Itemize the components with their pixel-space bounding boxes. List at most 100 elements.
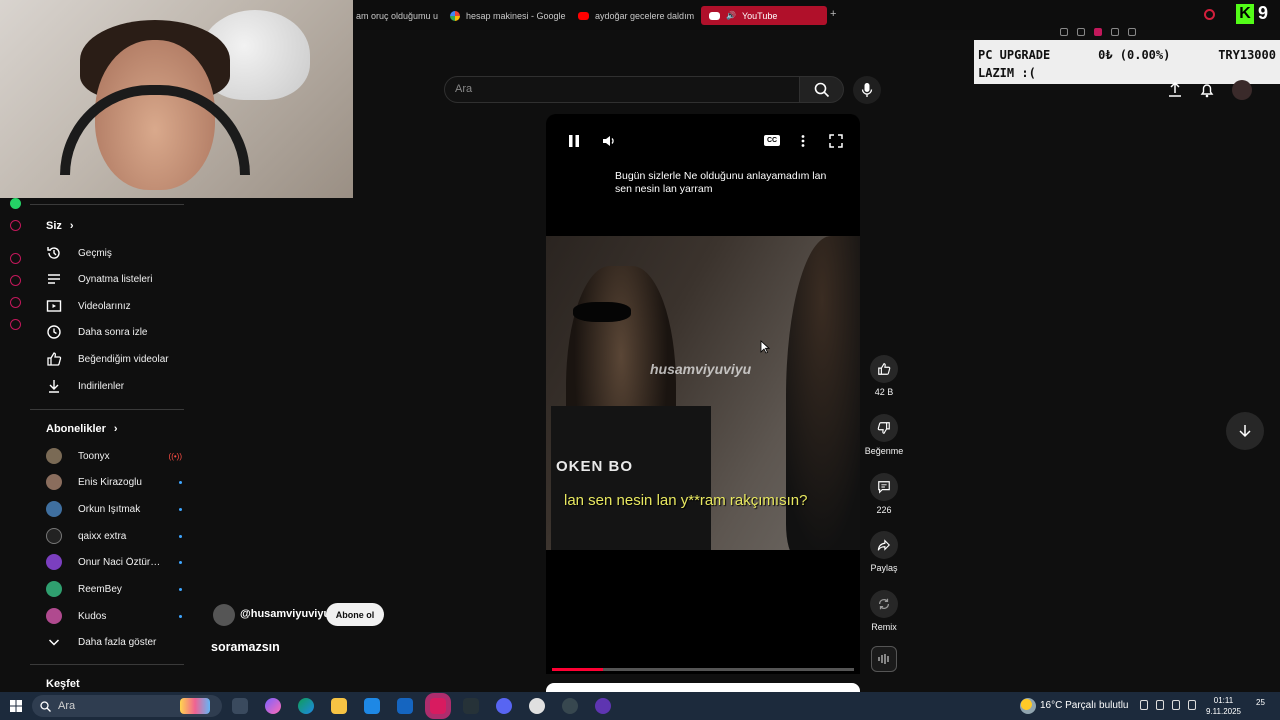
steam-icon[interactable] — [529, 698, 545, 714]
comments-button[interactable]: 226 — [864, 473, 904, 515]
sidebar-item-watch-later[interactable]: Daha sonra izle — [46, 322, 182, 342]
sidebar-item-downloads[interactable]: İndirilenler — [46, 376, 182, 396]
show-more-label: Daha fazla göster — [78, 636, 157, 648]
chevron-right-icon: › — [69, 220, 74, 232]
channel-avatar[interactable] — [213, 604, 235, 626]
show-more-button[interactable]: Daha fazla göster — [46, 632, 182, 652]
mail-icon[interactable] — [397, 698, 413, 714]
voice-search-button[interactable] — [853, 76, 881, 104]
volume-icon[interactable] — [602, 134, 616, 148]
panel-app-icon[interactable] — [10, 220, 21, 231]
sidebar: Siz › Geçmiş Oynatma listeleri Videoları… — [30, 204, 184, 690]
sound-button[interactable] — [871, 646, 897, 672]
extension-icon[interactable] — [1077, 28, 1085, 36]
subscription-label: ReemBey — [78, 583, 122, 595]
extension-icon[interactable] — [1111, 28, 1119, 36]
sidebar-item-playlists[interactable]: Oynatma listeleri — [46, 269, 182, 289]
channel-avatar — [46, 554, 62, 570]
channel-avatar — [46, 501, 62, 517]
subscription-item[interactable]: qaixx extra — [46, 526, 182, 546]
fullscreen-icon[interactable] — [829, 134, 843, 148]
subscription-item[interactable]: Toonyx ((•)) — [46, 446, 182, 466]
kick-logo-icon: K — [1236, 4, 1254, 24]
video-caption-text: Bugün sizlerle Ne olduğunu anlayamadım l… — [615, 170, 827, 195]
subscription-label: Toonyx — [78, 450, 110, 462]
subscription-item[interactable]: Onur Naci Öztürk... — [46, 552, 182, 572]
history-panel-icon[interactable] — [10, 275, 21, 286]
arrow-down-icon — [1239, 425, 1251, 438]
share-button[interactable]: Paylaş — [864, 531, 904, 573]
remix-button[interactable]: Remix — [864, 590, 904, 632]
shorts-player[interactable]: CC Bugün sizlerle Ne olduğunu anlayamadı… — [546, 114, 860, 674]
video-frame: husamviyuviyu OKEN BO lan sen nesin lan … — [546, 236, 860, 550]
speaker-icon[interactable] — [1188, 700, 1196, 710]
sidebar-item-your-videos[interactable]: Videolarınız — [46, 296, 182, 316]
sidebar-explore-heading[interactable]: Keşfet — [46, 678, 80, 690]
channel-avatar — [46, 608, 62, 624]
tab-4-label: YouTube — [741, 10, 778, 21]
windows-start-icon[interactable] — [10, 700, 22, 712]
browser-tab-1[interactable]: am oruç olduğumu un — [356, 6, 438, 25]
browser-tab-youtube[interactable]: 🔊 YouTube — [701, 6, 827, 25]
panel-app-icon[interactable] — [10, 253, 21, 264]
browser-tab-2[interactable]: hesap makinesi - Google — [450, 6, 566, 25]
system-tray — [1140, 700, 1196, 710]
thumbs-up-icon — [878, 363, 891, 375]
dislike-button[interactable]: Beğenme — [864, 414, 904, 456]
next-short-button[interactable] — [1226, 412, 1264, 450]
microsoft-store-icon[interactable] — [364, 698, 380, 714]
search-input[interactable]: Ara — [444, 76, 800, 103]
wifi-icon[interactable] — [1172, 700, 1180, 710]
channel-handle[interactable]: @husamviyuviyu — [240, 608, 330, 620]
sidebar-subscriptions-heading[interactable]: Abonelikler › — [46, 423, 118, 435]
subscription-item[interactable]: Orkun Işıtmak — [46, 499, 182, 519]
video-shirt-text: OKEN BO — [556, 458, 634, 475]
subscribe-button[interactable]: Abone ol — [326, 603, 384, 626]
subscription-label: Onur Naci Öztürk... — [78, 556, 163, 568]
upload-icon[interactable] — [1168, 82, 1182, 98]
captions-button[interactable]: CC — [764, 135, 780, 146]
settings-gear-icon[interactable] — [10, 319, 21, 330]
channel-avatar — [46, 581, 62, 597]
obs-icon[interactable] — [562, 698, 578, 714]
davinci-resolve-icon[interactable] — [463, 698, 479, 714]
discord-icon[interactable] — [496, 698, 512, 714]
sidebar-divider — [30, 664, 184, 665]
chevron-up-icon[interactable] — [1140, 700, 1148, 710]
subscription-item[interactable]: Enis Kirazoglu — [46, 472, 182, 492]
pause-icon[interactable] — [568, 134, 580, 148]
comment-icon — [878, 481, 890, 494]
subscription-item[interactable]: Kudos — [46, 606, 182, 626]
whatsapp-icon[interactable] — [10, 198, 21, 209]
system-clock[interactable]: 01:11 9.11.2025 — [1206, 695, 1241, 717]
app-icon[interactable] — [595, 698, 611, 714]
progress-bar[interactable] — [552, 668, 854, 671]
panel-app-icon[interactable] — [10, 297, 21, 308]
share-icon — [877, 539, 891, 551]
notification-center[interactable]: 25 — [1256, 698, 1274, 714]
weather-text[interactable]: 16°C Parçalı bulutlu — [1040, 700, 1129, 711]
sidebar-divider — [30, 204, 184, 205]
search-button[interactable] — [800, 76, 844, 103]
sidebar-item-history[interactable]: Geçmiş — [46, 243, 182, 263]
subscription-item[interactable]: ReemBey — [46, 579, 182, 599]
task-view-icon[interactable] — [232, 698, 248, 714]
sidebar-you-heading[interactable]: Siz › — [46, 220, 74, 232]
extension-icon[interactable] — [1128, 28, 1136, 36]
new-tab-button[interactable]: + — [830, 8, 836, 20]
sidebar-item-liked-videos[interactable]: Beğendiğim videolar — [46, 349, 182, 369]
opera-gx-icon[interactable] — [430, 698, 446, 714]
file-explorer-icon[interactable] — [331, 698, 347, 714]
more-options-icon[interactable] — [800, 134, 806, 148]
like-button[interactable]: 42 B — [864, 355, 904, 397]
notifications-bell-icon[interactable] — [1200, 82, 1214, 98]
subscription-label: Kudos — [78, 610, 107, 622]
edge-icon[interactable] — [298, 698, 314, 714]
extension-icon[interactable] — [1060, 28, 1068, 36]
copilot-icon[interactable] — [265, 698, 281, 714]
browser-tab-3[interactable]: aydoğar gecelere daldım — [578, 6, 694, 25]
microphone-icon[interactable] — [1156, 700, 1164, 710]
new-content-dot — [179, 587, 182, 591]
account-avatar[interactable] — [1232, 80, 1252, 100]
extension-icon[interactable] — [1094, 28, 1102, 36]
